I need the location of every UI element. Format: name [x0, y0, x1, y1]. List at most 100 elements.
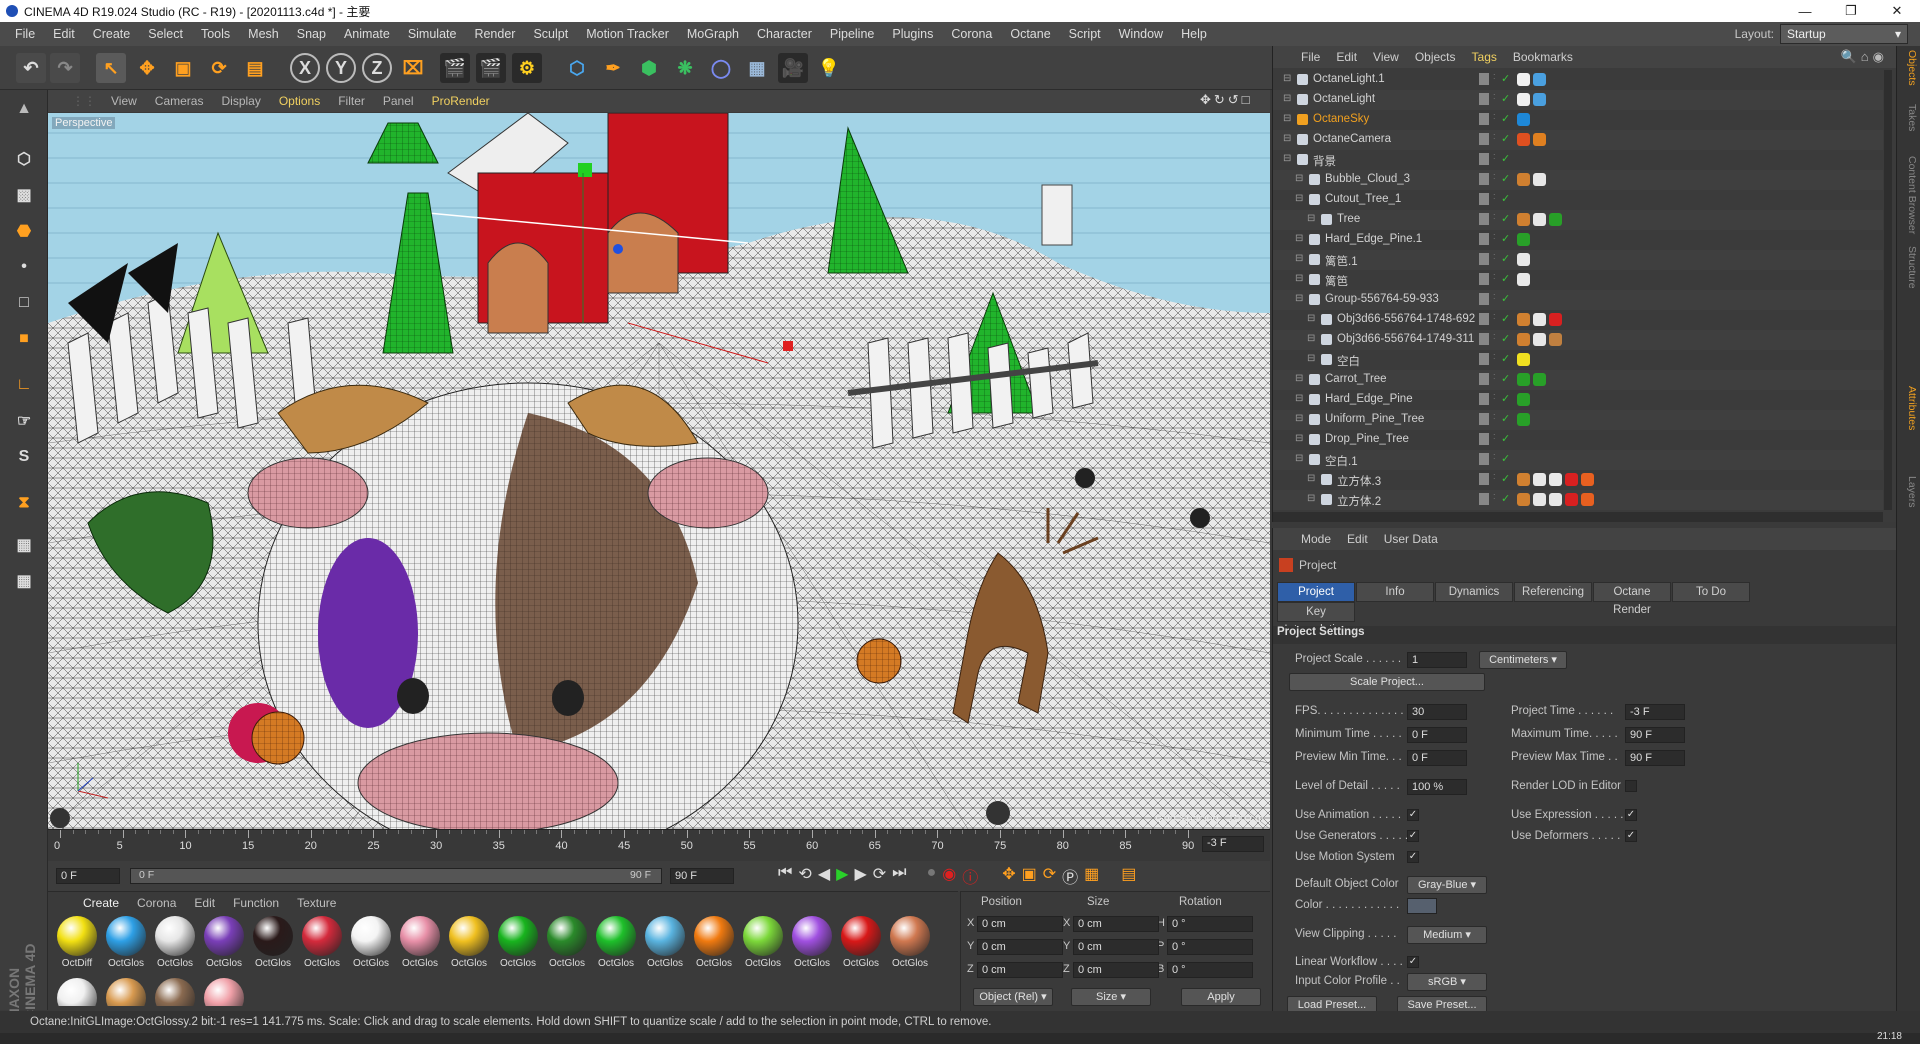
- menu-item-mograph[interactable]: MoGraph: [678, 27, 748, 41]
- object-tag-icon[interactable]: [1517, 253, 1530, 266]
- coord-pos-field[interactable]: 0 cm: [977, 962, 1063, 978]
- layer-icon[interactable]: [1479, 273, 1489, 285]
- use-motion-checkbox[interactable]: ✓: [1407, 851, 1419, 863]
- visibility-dots-icon[interactable]: :: [1493, 312, 1496, 321]
- last-tool-icon[interactable]: ▤: [240, 53, 270, 83]
- object-row[interactable]: ⊟ Hard_Edge_Pine: ✓: [1273, 390, 1883, 410]
- expand-icon[interactable]: ⊟: [1283, 93, 1291, 104]
- key-scale-icon[interactable]: ▣: [1022, 864, 1037, 888]
- material-swatch[interactable]: OctGlos: [740, 914, 786, 972]
- expand-icon[interactable]: ⊟: [1283, 153, 1291, 164]
- key-position-icon[interactable]: ✥: [1002, 864, 1015, 888]
- expand-icon[interactable]: ⊟: [1295, 233, 1303, 244]
- object-row[interactable]: ⊟ Tree: ✓: [1273, 210, 1883, 230]
- object-tag-icon[interactable]: [1517, 213, 1530, 226]
- object-tag-icon[interactable]: [1517, 273, 1530, 286]
- undo-icon[interactable]: ↶: [16, 53, 46, 83]
- object-row[interactable]: ⊟ OctaneSky: ✓: [1273, 110, 1883, 130]
- object-row[interactable]: ⊟ 空白: ✓: [1273, 350, 1883, 370]
- object-tag-icon[interactable]: [1549, 213, 1562, 226]
- enabled-check-icon[interactable]: ✓: [1501, 372, 1510, 385]
- menu-item-character[interactable]: Character: [748, 27, 821, 41]
- material-menu-texture[interactable]: Texture: [288, 896, 345, 910]
- object-tag-icon[interactable]: [1517, 373, 1530, 386]
- object-tag-icon[interactable]: [1517, 133, 1530, 146]
- menu-item-snap[interactable]: Snap: [288, 27, 335, 41]
- current-frame-field[interactable]: -3 F: [1202, 836, 1264, 852]
- camera-icon[interactable]: 🎥: [778, 53, 808, 83]
- polygons-mode-icon[interactable]: ■: [8, 324, 40, 354]
- object-search-icons[interactable]: 🔍⌂◉: [1841, 49, 1888, 65]
- magnet-icon[interactable]: ⧗: [8, 488, 40, 518]
- max-time-field[interactable]: 90 F: [1625, 727, 1685, 743]
- enabled-check-icon[interactable]: ✓: [1501, 472, 1510, 485]
- visibility-dots-icon[interactable]: :: [1493, 112, 1496, 121]
- menu-item-window[interactable]: Window: [1110, 27, 1172, 41]
- expand-icon[interactable]: ⊟: [1307, 313, 1315, 324]
- key-parameter-icon[interactable]: Ⓟ: [1062, 864, 1078, 888]
- coord-pos-field[interactable]: 0 cm: [977, 939, 1063, 955]
- layer-icon[interactable]: [1479, 413, 1489, 425]
- timeline-ruler[interactable]: 0 5 10 15 20 25 30 35 40 45 50 55 60 65 70 75 80 85 90 -3 F: [48, 829, 1270, 861]
- object-tag-icon[interactable]: [1517, 113, 1530, 126]
- visibility-dots-icon[interactable]: :: [1493, 292, 1496, 301]
- axis-mode-icon[interactable]: ∟: [8, 370, 40, 400]
- key-pla-icon[interactable]: ▦: [1084, 864, 1099, 888]
- layer-icon[interactable]: [1479, 253, 1489, 265]
- menu-item-pipeline[interactable]: Pipeline: [821, 27, 883, 41]
- expand-icon[interactable]: ⊟: [1307, 473, 1315, 484]
- enabled-check-icon[interactable]: ✓: [1501, 92, 1510, 105]
- material-swatch[interactable]: OctGlos: [348, 914, 394, 972]
- side-tab-structure[interactable]: Structure: [1900, 246, 1918, 289]
- menu-item-file[interactable]: File: [6, 27, 44, 41]
- default-color-select[interactable]: Gray-Blue ▾: [1407, 876, 1487, 894]
- visibility-dots-icon[interactable]: :: [1493, 192, 1496, 201]
- layout-select[interactable]: Startup ▾: [1780, 24, 1908, 44]
- object-row[interactable]: ⊟ OctaneLight.1: ✓: [1273, 70, 1883, 90]
- coord-size-field[interactable]: 0 cm: [1073, 916, 1159, 932]
- side-tab-content-browser[interactable]: Content Browser: [1900, 156, 1918, 234]
- visibility-dots-icon[interactable]: :: [1493, 352, 1496, 361]
- menu-item-render[interactable]: Render: [465, 27, 524, 41]
- visibility-dots-icon[interactable]: :: [1493, 132, 1496, 141]
- layer-icon[interactable]: [1479, 433, 1489, 445]
- material-swatch[interactable]: OctGlos: [544, 914, 590, 972]
- menu-item-create[interactable]: Create: [84, 27, 140, 41]
- autokey-icon[interactable]: ◉: [942, 864, 956, 888]
- material-swatch[interactable]: OctGlos: [250, 914, 296, 972]
- visibility-dots-icon[interactable]: :: [1493, 492, 1496, 501]
- visibility-dots-icon[interactable]: :: [1493, 152, 1496, 161]
- enabled-check-icon[interactable]: ✓: [1501, 252, 1510, 265]
- layer-icon[interactable]: [1479, 233, 1489, 245]
- use-expression-checkbox[interactable]: ✓: [1625, 809, 1637, 821]
- lock-workplane-icon[interactable]: ▦: [8, 566, 40, 596]
- layer-icon[interactable]: [1479, 213, 1489, 225]
- side-tab-attributes[interactable]: Attributes: [1900, 386, 1918, 430]
- visibility-dots-icon[interactable]: :: [1493, 432, 1496, 441]
- object-tag-icon[interactable]: [1581, 493, 1594, 506]
- edges-mode-icon[interactable]: □: [8, 288, 40, 318]
- material-swatch[interactable]: OctGlos: [299, 914, 345, 972]
- object-tag-icon[interactable]: [1517, 393, 1530, 406]
- material-swatch[interactable]: OctGlos: [642, 914, 688, 972]
- object-tag-icon[interactable]: [1517, 353, 1530, 366]
- object-row[interactable]: ⊟ Hard_Edge_Pine.1: ✓: [1273, 230, 1883, 250]
- object-row[interactable]: ⊟ OctaneCamera: ✓: [1273, 130, 1883, 150]
- object-menu-edit[interactable]: Edit: [1328, 50, 1365, 64]
- menu-item-tools[interactable]: Tools: [192, 27, 239, 41]
- menu-item-octane[interactable]: Octane: [1001, 27, 1059, 41]
- expand-icon[interactable]: ⊟: [1307, 213, 1315, 224]
- side-tab-objects[interactable]: Objects: [1900, 50, 1918, 86]
- menu-item-simulate[interactable]: Simulate: [399, 27, 466, 41]
- object-row[interactable]: ⊟ OctaneLight: ✓: [1273, 90, 1883, 110]
- use-generators-checkbox[interactable]: ✓: [1407, 830, 1419, 842]
- render-lod-checkbox[interactable]: [1625, 780, 1637, 792]
- coord-pos-field[interactable]: 0 cm: [977, 916, 1063, 932]
- object-tag-icon[interactable]: [1517, 493, 1530, 506]
- object-tag-icon[interactable]: [1517, 333, 1530, 346]
- x-axis-icon[interactable]: X: [290, 53, 320, 83]
- object-row[interactable]: ⊟ 空白.1: ✓: [1273, 450, 1883, 470]
- expand-icon[interactable]: ⊟: [1295, 393, 1303, 404]
- expand-icon[interactable]: ⊟: [1295, 373, 1303, 384]
- subdivision-icon[interactable]: ⬢: [634, 53, 664, 83]
